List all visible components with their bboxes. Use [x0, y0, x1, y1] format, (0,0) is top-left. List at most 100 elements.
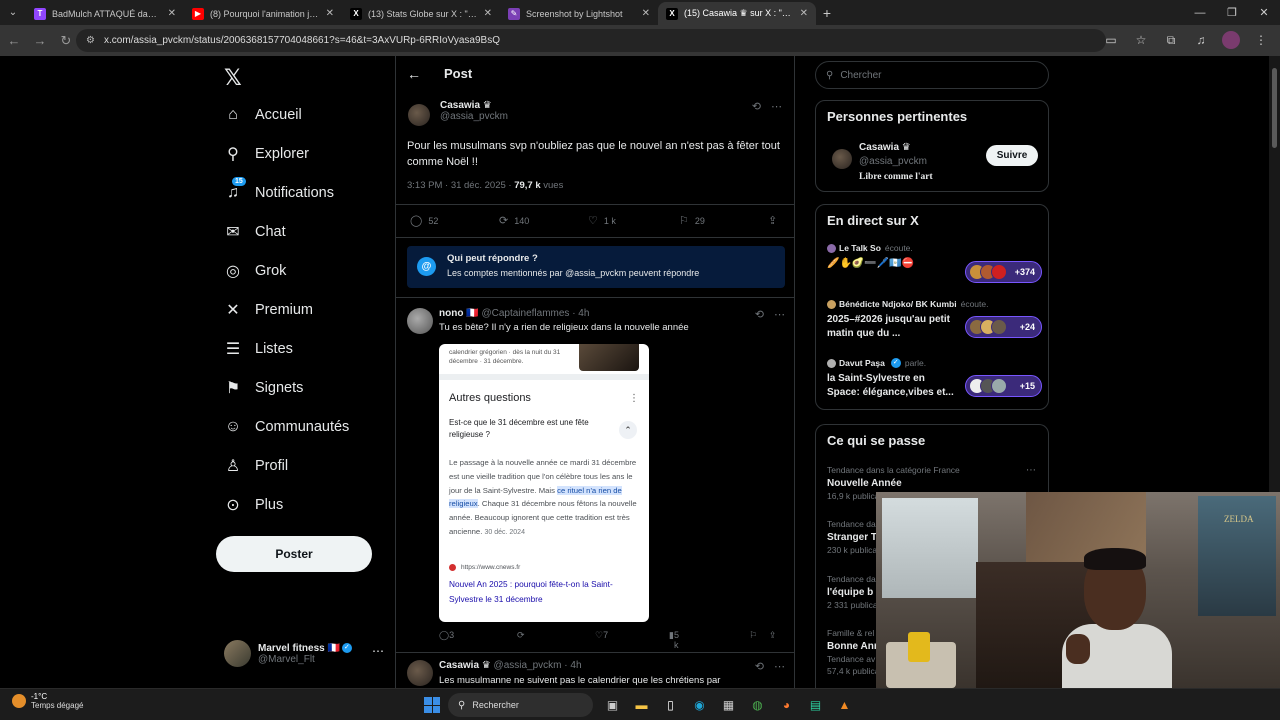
more-icon[interactable]: ⋯ [774, 308, 785, 321]
taskbar-search[interactable]: ⚲ Rechercher [448, 693, 593, 717]
back-arrow-icon[interactable]: ← [407, 66, 421, 82]
account-switcher[interactable]: Marvel fitness 🇫🇷 ✓ @Marvel_Flt ⋯ [224, 640, 384, 667]
more-icon[interactable]: ⋯ [771, 100, 782, 113]
vlc-icon[interactable]: ▲ [834, 694, 855, 715]
tweet-author[interactable]: Casawia ♛ @assia_pvckm [408, 100, 508, 126]
nav-item-profil[interactable]: ♙ Profil [224, 454, 288, 478]
media-icon[interactable]: ♫ [1192, 31, 1210, 49]
minimize-icon[interactable]: — [1184, 0, 1216, 25]
mail-icon: ✉ [226, 224, 240, 241]
file-explorer-icon[interactable]: ▬ [631, 694, 652, 715]
forward-icon[interactable]: → [28, 29, 52, 53]
listeners-pill[interactable]: +374 [965, 261, 1042, 283]
reply-button[interactable]: ◯ 3 [439, 630, 454, 641]
document-icon[interactable]: ▯ [660, 694, 681, 715]
browser-tab-5-active[interactable]: X (15) Casawia ♛ sur X : "Pour le ✕ [658, 2, 816, 25]
grok-icon[interactable]: ⟲ [752, 100, 761, 113]
live-space-item[interactable]: Le Talk So écoute. 🥖✋🥑➖🖊️🇬🇹⛔ +374 [827, 243, 1042, 283]
person-handle[interactable]: @assia_pvckm [859, 156, 927, 167]
scrollbar-thumb[interactable] [1272, 68, 1277, 148]
share-button[interactable]: ⇪ [769, 630, 777, 641]
avatar[interactable] [407, 308, 433, 334]
nav-item-listes[interactable]: ☰ Listes [224, 337, 293, 361]
bookmark-button[interactable]: ⚐ 29 [679, 214, 705, 227]
avatar[interactable] [407, 660, 433, 686]
more-icon[interactable]: ⋯ [774, 660, 785, 673]
cast-icon[interactable]: ▭ [1102, 31, 1120, 49]
author-name[interactable]: Casawia ♛ [440, 100, 508, 111]
tweet-timestamp[interactable]: 3:13 PM · 31 déc. 2025 · [407, 180, 514, 191]
nav-item-chat[interactable]: ✉ Chat [224, 220, 285, 244]
post-button[interactable]: Poster [216, 536, 372, 572]
author-name[interactable]: Casawia ♛ [439, 660, 491, 671]
browser-tab-4[interactable]: ✎ Screenshot by Lightshot ✕ [500, 2, 658, 25]
url-bar[interactable]: ⚙ x.com/assia_pvckm/status/2006368157704… [76, 29, 1106, 52]
close-tab-icon[interactable]: ✕ [484, 8, 492, 19]
close-tab-icon[interactable]: ✕ [800, 8, 808, 19]
back-icon[interactable]: ← [2, 29, 26, 53]
close-window-icon[interactable]: ✕ [1248, 0, 1280, 25]
live-space-item[interactable]: Davut Paşa ✓ parle. la Saint-Sylvestre en … [827, 358, 1042, 400]
nav-item-communautes[interactable]: ☺ Communautés [224, 415, 349, 439]
live-space-item[interactable]: Bénédicte Ndjoko/ BK Kumbi écoute. 2025–#… [827, 299, 1042, 341]
like-button[interactable]: ♡ 7 [595, 630, 608, 641]
maximize-icon[interactable]: ❐ [1216, 0, 1248, 25]
attached-screenshot[interactable]: calendrier grégorien · dès la nuit du 31… [439, 344, 649, 622]
share-button[interactable]: ⇪ [768, 214, 783, 227]
search-icon: ⚲ [826, 69, 834, 81]
app-icon[interactable]: ▤ [805, 694, 826, 715]
close-tab-icon[interactable]: ✕ [168, 8, 176, 19]
grok-icon[interactable]: ⟲ [755, 308, 764, 321]
repost-button[interactable]: ⟳ [517, 630, 525, 641]
site-settings-icon[interactable]: ⚙ [86, 35, 98, 46]
browser-tab-3[interactable]: X (13) Stats Globe sur X : "Year W ✕ [342, 2, 500, 25]
views-button[interactable]: ▮ 5 k [669, 630, 679, 650]
edge-icon[interactable]: ◉ [689, 694, 710, 715]
bookmark-button[interactable]: ⚐ [749, 630, 757, 641]
follow-button[interactable]: Suivre [986, 145, 1038, 166]
listeners-pill[interactable]: +24 [965, 316, 1042, 338]
browser-tab-1[interactable]: T BadMulch ATTAQUÉ dans LIBÉ ✕ [26, 2, 184, 25]
space-title: 🥖✋🥑➖🖊️🇬🇹⛔ [827, 258, 915, 269]
menu-kebab-icon[interactable]: ⋮ [1252, 31, 1270, 49]
like-button[interactable]: ♡ 1 k [588, 214, 616, 227]
more-icon[interactable]: ⋯ [372, 644, 384, 658]
store-icon[interactable]: ▦ [718, 694, 739, 715]
nav-label: Listes [255, 341, 293, 357]
search-input[interactable]: ⚲ Chercher [815, 61, 1049, 89]
person-name[interactable]: Casawia ♛ [859, 142, 911, 153]
x-logo-icon[interactable]: 𝕏 [224, 65, 242, 91]
listeners-pill[interactable]: +15 [965, 375, 1042, 397]
tab-search-chevron-icon[interactable]: ⌄ [2, 1, 24, 23]
nav-item-grok[interactable]: ◎ Grok [224, 259, 286, 283]
extensions-icon[interactable]: ⧉ [1162, 31, 1180, 49]
more-icon[interactable]: ⋯ [1026, 465, 1036, 476]
chrome-icon[interactable]: ◍ [747, 694, 768, 715]
close-tab-icon[interactable]: ✕ [642, 8, 650, 19]
task-view-icon[interactable]: ▣ [602, 694, 623, 715]
nav-item-notifications[interactable]: ♫ 15 Notifications [224, 177, 334, 205]
star-icon[interactable]: ☆ [1132, 31, 1150, 49]
nav-item-plus[interactable]: ⊙ Plus [224, 493, 283, 517]
author-name[interactable]: nono 🇫🇷 [439, 308, 479, 319]
author-handle[interactable]: @assia_pvckm · 4h [491, 660, 582, 671]
new-tab-button[interactable]: + [816, 2, 838, 24]
reload-icon[interactable]: ↻ [54, 29, 78, 53]
nav-item-explorer[interactable]: ⚲ Explorer [224, 142, 309, 166]
browser-tab-2[interactable]: ▶ (8) Pourquoi l'animation japona ✕ [184, 2, 342, 25]
nav-item-premium[interactable]: ✕ Premium [224, 298, 313, 322]
avatar[interactable] [408, 104, 430, 126]
grok-icon[interactable]: ⟲ [755, 660, 764, 673]
author-handle[interactable]: @assia_pvckm [440, 111, 508, 122]
weather-widget[interactable]: -1°C Temps dégagé [12, 692, 83, 710]
nav-item-signets[interactable]: ⚑ Signets [224, 376, 304, 400]
reply-button[interactable]: ◯ 52 [410, 214, 438, 227]
repost-button[interactable]: ⟳ 140 [499, 214, 529, 227]
avatar[interactable] [832, 149, 852, 169]
windows-start-icon[interactable] [424, 697, 440, 713]
close-tab-icon[interactable]: ✕ [326, 8, 334, 19]
nav-item-accueil[interactable]: ⌂ Accueil [224, 103, 302, 127]
profile-avatar-icon[interactable] [1222, 31, 1240, 49]
firefox-icon[interactable]: ◕ [776, 694, 797, 715]
author-handle[interactable]: @Captaineflammes · 4h [479, 308, 589, 319]
